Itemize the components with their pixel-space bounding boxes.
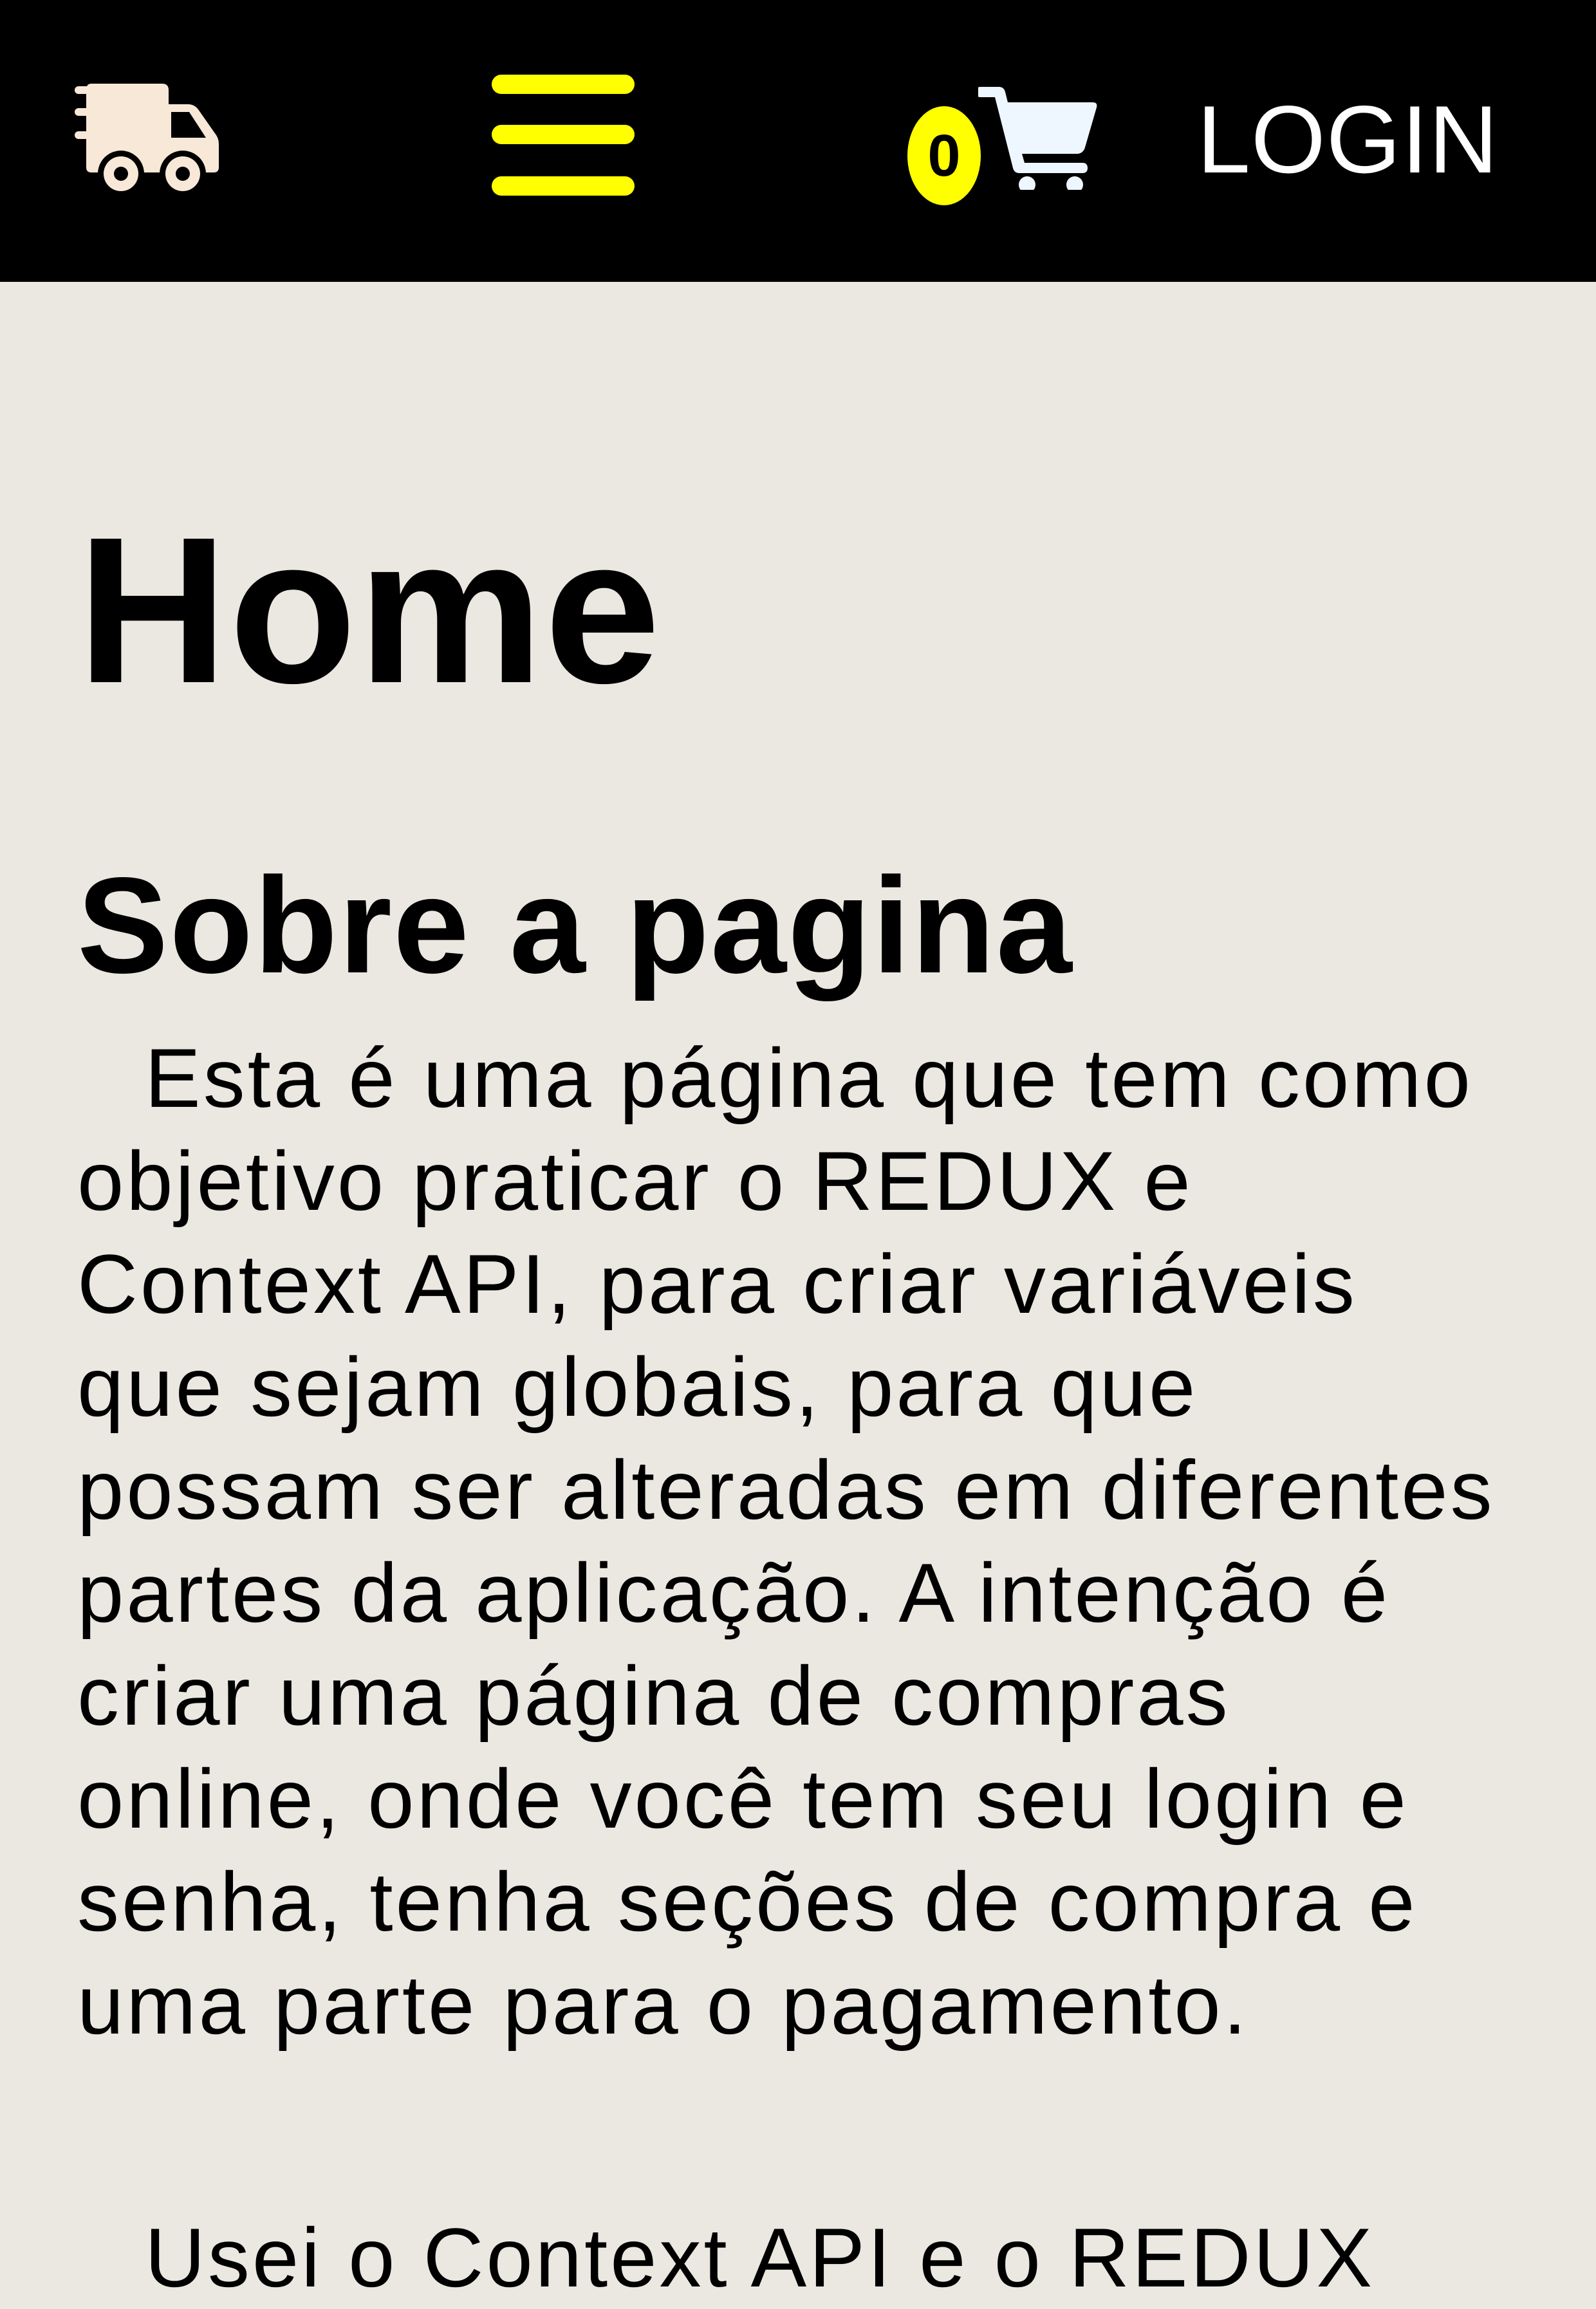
page-title: Home — [77, 494, 662, 727]
hamburger-menu-icon[interactable] — [489, 70, 637, 201]
cart-button[interactable]: 0 — [904, 80, 1097, 209]
about-paragraph: Esta é uma página que tem como objetivo … — [77, 1031, 1495, 2052]
navbar: 0 LOGIN — [0, 0, 1596, 282]
section-title: Sobre a pagina — [77, 849, 1073, 1001]
cart-count-badge: 0 — [907, 106, 981, 205]
second-paragraph: Usei o Context API e o REDUX — [145, 2211, 1375, 2304]
login-link[interactable]: LOGIN — [1197, 91, 1519, 187]
shopping-cart-icon — [976, 80, 1097, 193]
delivery-truck-icon[interactable] — [75, 79, 219, 198]
